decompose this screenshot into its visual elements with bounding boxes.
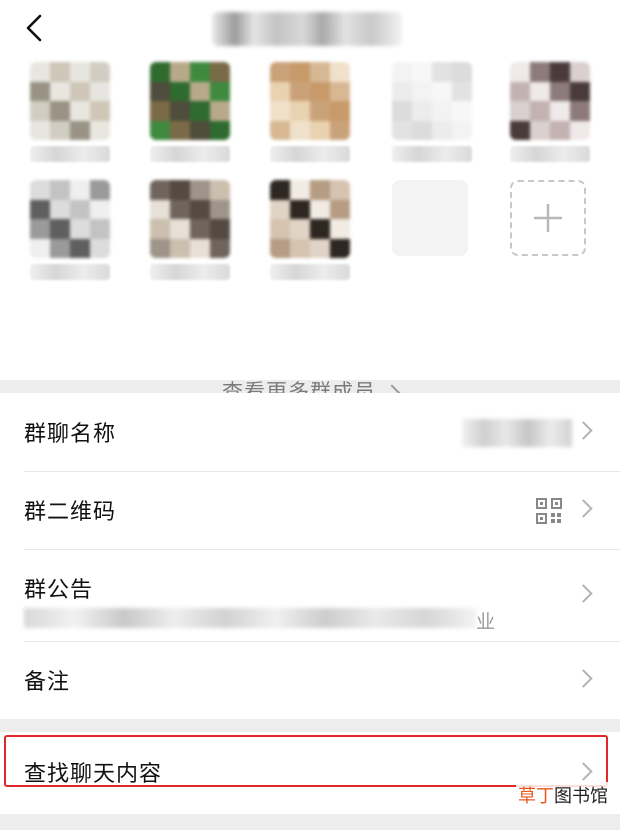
qr-code-row[interactable]: 群二维码	[0, 471, 620, 549]
qr-code-icon	[536, 498, 562, 524]
chevron-right-icon	[574, 584, 593, 603]
group-name-label: 群聊名称	[24, 422, 117, 447]
search-chat-history-label: 查找聊天内容	[24, 762, 163, 787]
member-item[interactable]	[30, 180, 110, 280]
qr-code-label: 群二维码	[24, 500, 117, 525]
remark-row[interactable]: 备注	[0, 641, 620, 719]
member-item[interactable]	[150, 180, 230, 280]
member-avatar-blurred	[270, 62, 350, 140]
chevron-right-icon	[574, 669, 593, 688]
add-member-button[interactable]	[510, 180, 590, 280]
group-notice-text-blurred	[24, 608, 476, 628]
group-name-value-blurred	[462, 419, 572, 447]
member-item[interactable]	[510, 62, 590, 162]
member-name-blurred	[150, 146, 230, 162]
page-title-blurred	[212, 12, 402, 46]
member-name-blurred	[270, 264, 350, 280]
member-name-blurred	[30, 264, 110, 280]
member-avatar-blurred	[150, 180, 230, 258]
member-item[interactable]	[30, 62, 110, 162]
bottom-band	[0, 814, 620, 830]
member-avatar-blurred	[392, 62, 472, 140]
watermark-accent: 草丁	[518, 786, 554, 807]
member-avatar-blurred	[270, 180, 350, 258]
member-name-blurred	[510, 146, 590, 162]
member-name-blurred	[30, 146, 110, 162]
chevron-right-icon	[574, 421, 593, 440]
top-bar	[0, 0, 620, 58]
back-chevron-icon[interactable]	[18, 10, 54, 46]
empty-member-slot	[392, 180, 472, 280]
member-avatar-blurred	[30, 62, 110, 140]
plus-icon	[510, 180, 586, 256]
member-avatar-blurred	[510, 62, 590, 140]
watermark: 草丁图书馆	[516, 782, 610, 808]
group-notice-label: 群公告	[24, 578, 94, 603]
member-name-blurred	[392, 146, 472, 162]
watermark-rest: 图书馆	[554, 786, 608, 807]
member-item[interactable]	[392, 62, 472, 162]
member-grid: 查看更多群成员	[0, 58, 620, 404]
member-item[interactable]	[270, 62, 350, 162]
chevron-right-icon	[574, 499, 593, 518]
group-name-row[interactable]: 群聊名称	[0, 393, 620, 471]
member-item[interactable]	[150, 62, 230, 162]
group-notice-text-tail: 业	[476, 611, 496, 633]
chevron-right-icon	[574, 762, 593, 781]
member-avatar-blurred	[150, 62, 230, 140]
group-notice-row[interactable]: 群公告 业	[0, 549, 620, 641]
settings-list: 群聊名称 群二维码 群公告 业 备注	[0, 393, 620, 719]
member-item[interactable]	[270, 180, 350, 280]
empty-slot-box	[392, 180, 468, 256]
remark-label: 备注	[24, 670, 71, 695]
member-avatar-blurred	[30, 180, 110, 258]
member-name-blurred	[270, 146, 350, 162]
member-name-blurred	[150, 264, 230, 280]
